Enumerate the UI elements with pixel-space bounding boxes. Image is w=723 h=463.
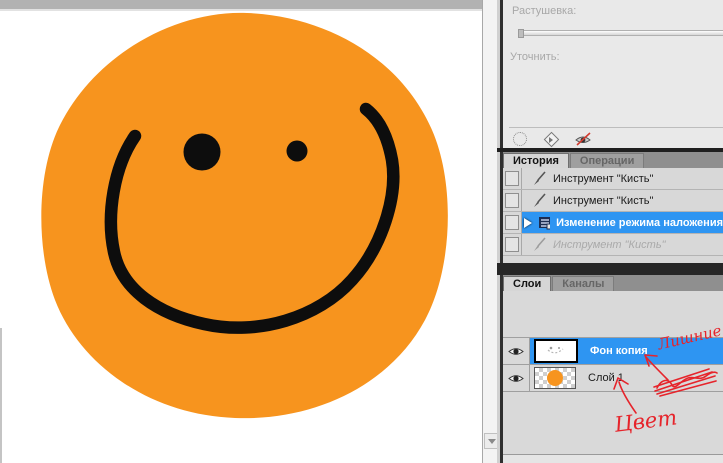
feather-slider	[518, 30, 723, 36]
eye-icon	[508, 373, 524, 384]
history-tabbar: История Операции	[503, 152, 723, 168]
smiley-left-eye	[184, 134, 221, 171]
scroll-down-arrow-icon	[488, 439, 496, 444]
panel-separator	[497, 263, 723, 275]
layer-thumbnail[interactable]	[534, 339, 578, 363]
tab-channels[interactable]: Каналы	[552, 276, 614, 291]
brush-icon	[531, 171, 547, 186]
history-state-marker-icon[interactable]	[524, 218, 532, 228]
history-snapshot-checkbox[interactable]	[503, 190, 522, 211]
history-item-label: Изменение режима наложения	[556, 217, 723, 229]
history-row-disabled[interactable]: Инструмент "Кисть"	[503, 234, 723, 256]
layer-visibility-toggle[interactable]	[503, 338, 530, 364]
history-snapshot-checkbox[interactable]	[503, 234, 522, 255]
feather-slider-handle	[518, 29, 524, 38]
tab-actions[interactable]: Операции	[570, 153, 644, 168]
photoshop-window: Растушевка: Уточнить:	[0, 0, 723, 463]
layer-thumbnail[interactable]	[534, 367, 576, 389]
tab-layers[interactable]: Слои	[503, 276, 551, 291]
refine-label: Уточнить:	[510, 51, 560, 63]
panel-separator	[509, 127, 723, 128]
layer-row-layer1[interactable]: Слой 1	[503, 365, 723, 392]
document-canvas[interactable]	[0, 0, 497, 463]
canvas-vertical-scrollbar[interactable]	[482, 0, 498, 463]
history-row[interactable]: Инструмент "Кисть"	[503, 168, 723, 190]
sketch-smiley-thumb	[538, 341, 574, 357]
smiley-right-eye	[287, 141, 308, 162]
brush-icon	[531, 237, 547, 252]
history-snapshot-checkbox[interactable]	[503, 168, 522, 189]
brush-icon	[531, 193, 547, 208]
disable-mask-icon[interactable]	[575, 132, 592, 146]
history-item-label: Инструмент "Кисть"	[553, 195, 653, 207]
layer-visibility-toggle[interactable]	[503, 365, 530, 391]
apply-mask-icon[interactable]	[543, 131, 559, 147]
history-snapshot-checkbox[interactable]	[503, 212, 522, 233]
layer-name: Фон копия	[590, 345, 648, 357]
history-row[interactable]: Инструмент "Кисть"	[503, 190, 723, 212]
history-row-selected[interactable]: Изменение режима наложения	[503, 212, 723, 234]
panel-bottom-strip	[503, 455, 723, 463]
layer-name: Слой 1	[588, 372, 624, 384]
smiley-drawing	[0, 10, 483, 463]
history-item-label: Инструмент "Кисть"	[553, 239, 666, 251]
panel-column: Растушевка: Уточнить:	[497, 0, 723, 463]
mask-properties-panel: Растушевка: Уточнить:	[503, 0, 723, 148]
orange-circle-thumb	[547, 370, 563, 386]
blend-change-icon	[538, 215, 550, 230]
eye-icon	[508, 346, 524, 357]
tab-history[interactable]: История	[503, 153, 569, 168]
feather-label: Растушевка:	[512, 5, 576, 17]
canvas-left-edge	[0, 328, 2, 463]
history-item-label: Инструмент "Кисть"	[553, 173, 653, 185]
layers-tabbar: Слои Каналы	[503, 275, 723, 291]
layer-row-background-copy[interactable]: Фон копия	[503, 338, 723, 365]
selection-from-mask-icon[interactable]	[513, 132, 527, 146]
